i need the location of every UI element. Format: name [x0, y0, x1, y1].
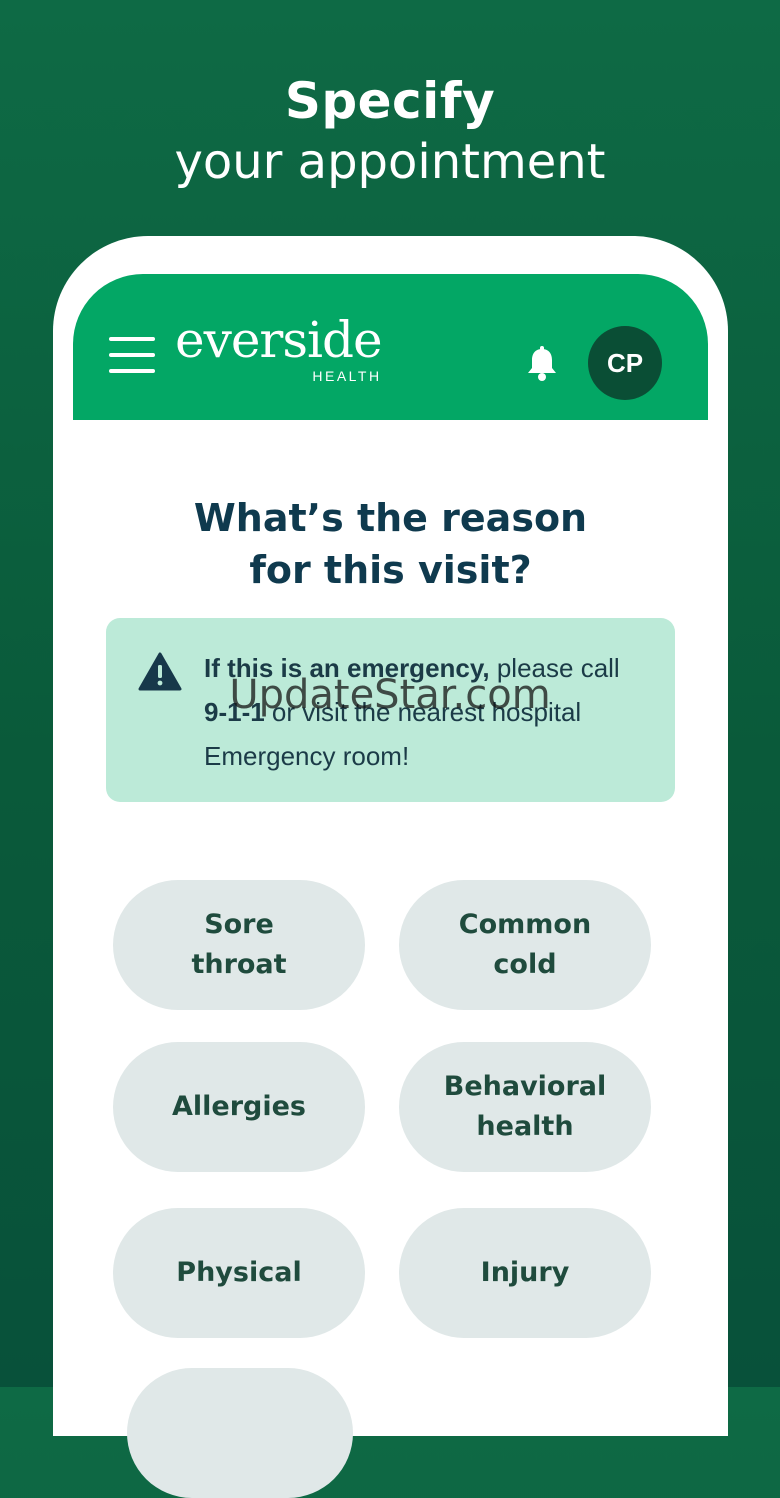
- logo-wordmark: everside: [175, 311, 383, 369]
- logo-subtitle: HEALTH: [312, 368, 382, 384]
- reason-label-line1: Allergies: [172, 1091, 306, 1122]
- reason-label-line1: Behavioral: [443, 1071, 607, 1102]
- reason-injury-button[interactable]: Injury: [399, 1208, 651, 1338]
- reason-more-button[interactable]: [127, 1368, 353, 1498]
- page-title: What’s the reason for this visit?: [73, 492, 708, 596]
- app-header: everside HEALTH CP: [73, 274, 708, 420]
- alert-text-2: or visit the nearest hospital: [264, 697, 582, 727]
- page-title-line1: What’s the reason: [193, 496, 588, 540]
- emergency-alert: If this is an emergency, please call 9-1…: [106, 618, 675, 802]
- reason-behavioral-health-button[interactable]: Behavioral health: [399, 1042, 651, 1172]
- alert-text-3: Emergency room!: [204, 741, 410, 771]
- promo-title-line1: Specify: [284, 72, 496, 130]
- reason-label-line1: Physical: [176, 1257, 302, 1288]
- alert-bold-text: If this is an emergency,: [204, 653, 490, 683]
- bell-icon[interactable]: [525, 346, 559, 382]
- everside-logo: everside HEALTH: [175, 311, 383, 384]
- alert-emergency-number: 9-1-1: [204, 697, 265, 727]
- warning-triangle-icon: [138, 652, 182, 691]
- reason-label-line1: Injury: [480, 1257, 570, 1288]
- reason-sore-throat-button[interactable]: Sore throat: [113, 880, 365, 1010]
- reason-label-line2: cold: [493, 949, 557, 980]
- phone-frame: everside HEALTH CP What’s the reason for…: [53, 236, 728, 1498]
- page-title-line2: for this visit?: [249, 548, 532, 592]
- promo-title-line2: your appointment: [174, 134, 606, 190]
- hamburger-menu-icon[interactable]: [109, 337, 155, 373]
- reason-common-cold-button[interactable]: Common cold: [399, 880, 651, 1010]
- reason-label-line1: Common: [458, 909, 592, 940]
- avatar[interactable]: CP: [588, 326, 662, 400]
- reason-allergies-button[interactable]: Allergies: [113, 1042, 365, 1172]
- promo-title: Specify your appointment: [0, 70, 780, 192]
- reason-label-line1: Sore: [204, 909, 274, 940]
- alert-text-1: please call: [489, 653, 620, 683]
- content-area: What’s the reason for this visit? If thi…: [73, 420, 708, 1498]
- reason-label-line2: health: [476, 1111, 574, 1142]
- reason-label-line2: throat: [191, 949, 287, 980]
- alert-message: If this is an emergency, please call 9-1…: [204, 646, 654, 778]
- reason-physical-button[interactable]: Physical: [113, 1208, 365, 1338]
